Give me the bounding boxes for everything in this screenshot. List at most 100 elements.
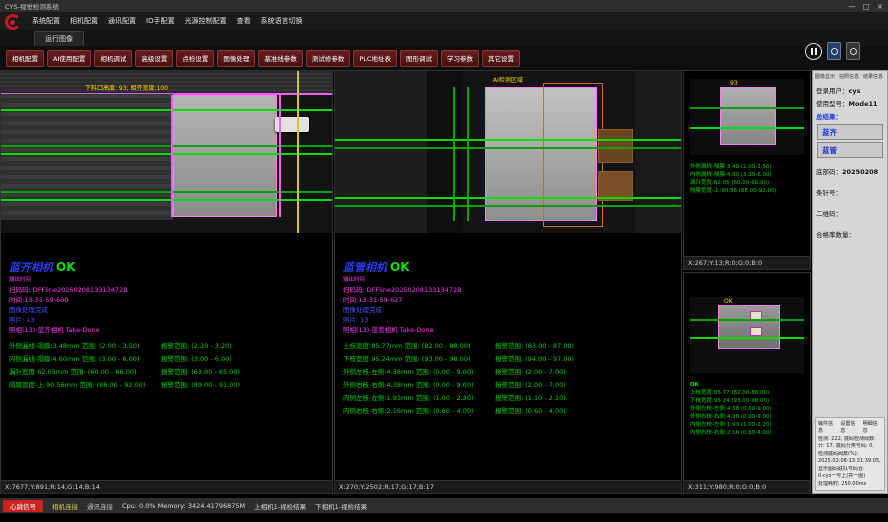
measure-line-green [335,139,681,141]
measurement-alarm-range: 报警范围: (3.00 - 6.00) [161,353,232,366]
thumb-overlay-label: OK [724,298,733,305]
login-user-label: 登录用户： [816,87,849,95]
cpu-memory-status: Cpu: 0.0% Memory: 3424.41796875M [122,502,245,510]
camera-upper-icon[interactable] [827,42,841,60]
panel-tab-result[interactable]: 结果信息 [863,73,883,80]
toolbar-ai-config-button[interactable]: AI使用配置 [47,50,91,67]
measure-line-green [690,107,804,109]
panel-tab-image[interactable]: 图像显示 [815,73,835,80]
stats-line: 检测底码阀数(%): [818,451,882,459]
menu-item-camera-config[interactable]: 相机配置 [70,16,98,26]
left-capture-note-text: 照相(13)-蓝齐相机 Take-Done [9,325,328,335]
toolbar-image-process-button[interactable]: 图像处理 [217,50,255,67]
lower-camera-result-label: 下相机1-视检结果 [315,501,367,511]
toolbar-test-params-button[interactable]: 测试修参数 [306,50,351,67]
left-image-background-structure [1,94,173,220]
window-controls: — □ × [848,2,883,11]
measure-line-green [335,205,681,207]
close-button[interactable]: × [877,2,883,11]
minimize-button[interactable]: — [848,2,856,11]
measurement-alarm-range: 报警范围: (2.00 - 7.00) [495,366,566,379]
middle-camera-image[interactable]: AI检测区域 [335,71,681,233]
stats-tab-parts[interactable]: 输件信息 [818,420,837,434]
result-box-lower: 蓝管 [817,142,883,158]
measurement-row: 内侧漏线-隔膜:4.60mm 范围: (3.00 - 6.00) 报警范围: (… [9,353,328,366]
camera-lower-icon[interactable] [846,42,860,60]
menu-item-light-config[interactable]: 光源控制配置 [185,16,227,26]
left-overlay-label: 下料口高度: 93; 相齐宽度:100 [85,83,168,92]
measure-line-magenta [279,95,281,217]
thumb-result-line: 上枝宽度:85.77 (82.00-88.00) [690,389,808,397]
thumbnail-upper-image[interactable]: 93 [690,79,804,155]
thumb-result-line: 外侧左枝-左侧:4.38 (0.00-9.00) [690,405,808,413]
mid-image-background-structure [427,71,463,233]
thumbnail-view-upper: 93 外侧漏线-隔膜:3.48 (2.00-3.50) 内侧漏线-隔膜:4.60… [683,70,811,270]
mid-image-background-structure [335,71,427,233]
menu-item-comm-config[interactable]: 通讯配置 [108,16,136,26]
toolbar-spot-check-button[interactable]: 点检设置 [176,50,214,67]
measurement-row: 下枝宽度:95.24mm 范围: (93.00 - 98.00) 报警范围: (… [343,353,677,366]
thumb-bright-spot [750,327,762,336]
app-window: CYS-视觉检测系统 — □ × 系统配置 相机配置 通讯配置 IO手配置 光源… [0,0,888,522]
thumb-result-line: 外侧漏线-隔膜:3.48 (2.00-3.50) [690,163,808,171]
panel-tab-capture[interactable]: 拍照信息 [839,73,859,80]
measure-line-green [690,127,804,129]
bottom-code-label: 底部码： [816,168,842,176]
tab-run-image[interactable]: 运行图像 [34,31,84,46]
measure-line-green [1,109,332,111]
measure-line-magenta [171,95,173,217]
stats-tab-details[interactable]: 明细信息 [863,420,882,434]
thumb-inspected-part [718,305,780,349]
reference-line-yellow [297,71,299,233]
stats-line: 显示图码联队号码合: [818,466,882,474]
toolbar-advanced-settings-button[interactable]: 高级设置 [135,50,173,67]
mid-image-background-structure [635,71,681,233]
measurement-value: 隔膜宽度-上:90.56mm 范围: (88.00 - 92.00) [9,379,161,392]
result-box-upper: 蓝齐 [817,124,883,140]
mid-barcode-text: 扫码码: DFFline2025020813313472B [343,285,677,295]
camera-connection-status: 相机连接 [52,501,78,511]
toolbar-camera-debug-button[interactable]: 相机调试 [94,50,132,67]
menu-item-io-config[interactable]: IO手配置 [146,16,175,26]
toolbar-camera-config-button[interactable]: 相机配置 [6,50,44,67]
stats-tab-settings[interactable]: 设置信息 [840,420,859,434]
measurement-value: 漏针宽度:62.05mm 范围: (60.00 - 66.00) [9,366,161,379]
mid-output-time-label: 输出时间 [343,275,677,285]
measurement-value: 外侧左枝-左侧:4.38mm 范围: (0.00 - 9.00) [343,366,495,379]
mid-process-done-text: 图像处理完成 [343,305,677,315]
measurement-row: 外侧漏线-隔膜:3.48mm 范围: (2.00 - 3.50) 报警范围: (… [9,340,328,353]
middle-camera-view: AI检测区域 蓝管相机OK 输出时间 扫码码: DFFline202502081… [334,70,682,494]
maximize-button[interactable]: □ [863,2,870,11]
thumb-result-line: 内侧漏线-隔膜:4.60 (3.00-6.00) [690,171,808,179]
panel-header-tabs: 图像显示 拍照信息 结果信息 [813,71,887,83]
toolbar-baseline-params-button[interactable]: 基准线参数 [258,50,303,67]
titlebar: CYS-视觉检测系统 — □ × [0,0,888,12]
measure-line-green-vertical [453,87,455,221]
measurement-value: 外侧漏线-隔膜:3.48mm 范围: (2.00 - 3.50) [9,340,161,353]
menu-item-language[interactable]: 系统语言切换 [261,16,303,26]
measurement-alarm-range: 报警范围: (2.00 - 7.00) [495,379,566,392]
measurement-alarm-range: 报警范围: (89.00 - 91.00) [161,379,240,392]
thumbnail-view-lower: OK OK 上枝宽度:85.77 (82.00-88.00) 下枝宽度:95.2… [683,272,811,494]
thumbnail-lower-image[interactable]: OK [690,297,804,373]
menu-item-view[interactable]: 查看 [237,16,251,26]
thumb-inspected-part [720,87,776,145]
stats-line: 处理耗时: 250.00ms [818,481,882,489]
toolbar-learn-params-button[interactable]: 学习参数 [441,50,479,67]
pause-icon[interactable] [805,43,822,60]
toolbar-graphic-debug-button[interactable]: 图形调试 [400,50,438,67]
left-process-done-text: 图像处理完成 [9,305,328,315]
toolbar: 相机配置 AI使用配置 相机调试 高级设置 点检设置 图像处理 基准线参数 测试… [0,46,888,71]
toolbar-plc-address-button[interactable]: PLC地址表 [353,50,397,67]
measurement-row: 内侧左枝-左侧:1.93mm 范围: (1.00 - 2.20) 报警范围: (… [343,392,677,405]
toolbar-other-settings-button[interactable]: 其它设置 [482,50,520,67]
info-panel: 图像显示 拍照信息 结果信息 登录用户：cys 使用型号：Mode11 总结果：… [812,70,888,494]
thumb-result-line: 内侧右枝-右侧:2.16 (0.60-4.00) [690,429,808,437]
left-camera-image[interactable]: 下料口高度: 93; 相齐宽度:100 [1,71,332,233]
menu-item-system-config[interactable]: 系统配置 [32,16,60,26]
mid-capture-note-text: 照相(13)-蓝管相机 Take-Done [343,325,677,335]
needle-number-label: 条针号： [813,185,887,198]
login-user-row: 登录用户：cys [813,83,887,96]
thumbnail-upper-coordinates: X:267;Y:13;R:0;G:0;B:0 [684,256,810,269]
thumb-overlay-label: 93 [730,80,738,87]
